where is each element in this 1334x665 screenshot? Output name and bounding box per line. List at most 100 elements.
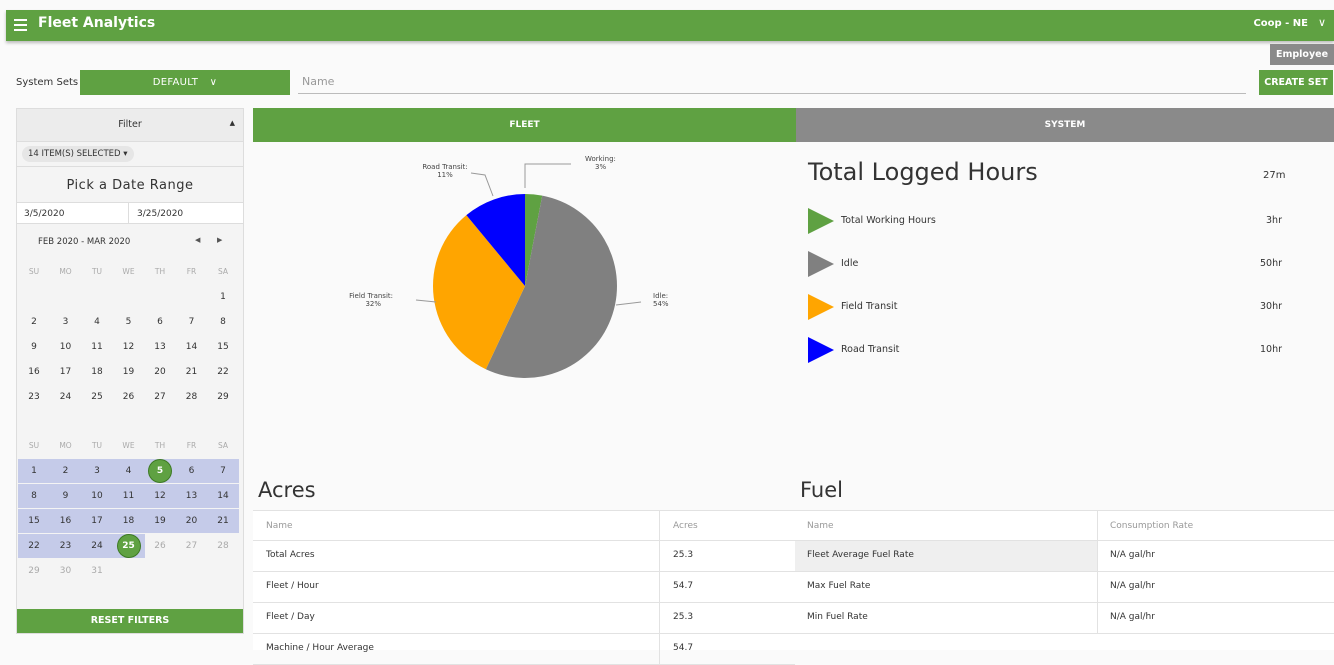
calendar-day[interactable]: 29	[18, 559, 50, 583]
calendar-day[interactable]: 15	[207, 335, 239, 359]
pie-leader-line	[615, 301, 642, 306]
calendar-day[interactable]: 13	[175, 484, 208, 508]
calendar-day[interactable]: 16	[49, 509, 82, 533]
tab-fleet[interactable]: FLEET	[253, 108, 796, 142]
calendar-day[interactable]: 24	[50, 385, 82, 409]
calendar-day[interactable]: 22	[207, 360, 239, 384]
calendar-day[interactable]: 3	[50, 310, 82, 334]
calendar-day[interactable]: 15	[18, 509, 50, 533]
selected-day-marker[interactable]: 25	[117, 535, 140, 557]
table-cell: Machine / Hour Average	[266, 643, 374, 653]
legend-triangle-icon	[808, 337, 834, 363]
calendar-day[interactable]: 23	[49, 534, 82, 558]
calendar-day[interactable]: 1	[18, 459, 50, 483]
calendar-day[interactable]: 1	[207, 285, 239, 309]
calendar-day[interactable]: 11	[112, 484, 145, 508]
total-logged-hours-title: Total Logged Hours	[808, 158, 1038, 186]
calendar-day[interactable]: 9	[18, 335, 50, 359]
calendar-day[interactable]: 25	[81, 385, 113, 409]
calendar-day[interactable]: 18	[81, 360, 113, 384]
calendar-day[interactable]: 10	[81, 484, 113, 508]
filter-header[interactable]: Filter ▲	[17, 109, 243, 142]
calendar-day[interactable]: 14	[207, 484, 239, 508]
calendar-day[interactable]: 5	[113, 310, 145, 334]
calendar-weekday: TU	[91, 267, 103, 276]
calendar-day[interactable]: 21	[176, 360, 208, 384]
calendar-day[interactable]: 12	[144, 484, 176, 508]
calendar-day[interactable]: 10	[50, 335, 82, 359]
items-selected-chip[interactable]: 14 ITEM(S) SELECTED ▾	[22, 146, 134, 162]
calendar-day[interactable]: 31	[81, 559, 113, 583]
calendar-day[interactable]: 7	[207, 459, 239, 483]
calendar-day[interactable]: 7	[176, 310, 208, 334]
calendar-day[interactable]: 5	[144, 459, 176, 483]
legend-value: 3hr	[1266, 215, 1282, 226]
calendar-day[interactable]: 12	[113, 335, 145, 359]
calendar-day[interactable]: 9	[49, 484, 82, 508]
calendar-day[interactable]: 28	[207, 534, 239, 558]
fuel-title: Fuel	[800, 478, 843, 502]
calendar-day[interactable]: 17	[81, 509, 113, 533]
calendar-day[interactable]: 3	[81, 459, 113, 483]
calendar-day[interactable]: 18	[112, 509, 145, 533]
calendar-day[interactable]: 27	[144, 385, 176, 409]
calendar-weekday: WE	[122, 441, 135, 450]
collapse-caret-icon[interactable]: ▲	[230, 119, 235, 127]
next-month-icon[interactable]: ▶	[217, 236, 222, 244]
table-cell: 54.7	[673, 643, 694, 653]
hours-pie-chart: Working:3% Idle:54% Field Transit:32% Road …	[349, 155, 669, 378]
calendar-day[interactable]: 21	[207, 509, 239, 533]
tab-system[interactable]: SYSTEM	[796, 108, 1334, 142]
calendar-day[interactable]: 19	[144, 509, 176, 533]
calendar-day[interactable]: 2	[49, 459, 82, 483]
calendar-day[interactable]: 25	[112, 534, 145, 558]
calendar-day[interactable]: 22	[18, 534, 50, 558]
table-cell: N/A gal/hr	[1110, 581, 1155, 591]
calendar-day[interactable]: 23	[18, 385, 50, 409]
calendar-weekday: WE	[122, 267, 135, 276]
end-date-input[interactable]: 3/25/2020	[129, 202, 243, 224]
calendar-day[interactable]: 13	[144, 335, 176, 359]
calendar-day[interactable]: 4	[112, 459, 145, 483]
employee-badge[interactable]: Employee	[1270, 44, 1334, 65]
calendar-day[interactable]: 6	[144, 310, 176, 334]
calendar-day[interactable]: 19	[113, 360, 145, 384]
reset-filters-button[interactable]: RESET FILTERS	[17, 609, 243, 633]
hamburger-menu-icon[interactable]	[14, 19, 27, 31]
calendar-day[interactable]: 2	[18, 310, 50, 334]
calendar-day[interactable]: 30	[50, 559, 82, 583]
selected-day-marker[interactable]: 5	[149, 460, 171, 482]
set-name-input[interactable]	[298, 70, 1246, 94]
calendar-day[interactable]: 4	[81, 310, 113, 334]
calendar-day[interactable]: 24	[81, 534, 113, 558]
pie-label-name: Field Transit:	[349, 292, 393, 300]
calendar-day[interactable]: 26	[113, 385, 145, 409]
start-date-input[interactable]: 3/5/2020	[17, 202, 129, 224]
create-set-button[interactable]: CREATE SET	[1259, 70, 1333, 95]
calendar-day[interactable]: 28	[176, 385, 208, 409]
table-cell: 25.3	[673, 612, 694, 622]
calendar-day[interactable]: 14	[176, 335, 208, 359]
calendar-day[interactable]: 11	[81, 335, 113, 359]
prev-month-icon[interactable]: ◀	[195, 236, 200, 244]
calendar-day[interactable]: 8	[18, 484, 50, 508]
calendar-weekday: SU	[28, 441, 40, 450]
calendar-day[interactable]: 16	[18, 360, 50, 384]
legend-label: Field Transit	[841, 301, 898, 312]
calendar-day[interactable]: 6	[175, 459, 208, 483]
column-header: Acres	[673, 521, 698, 531]
system-set-dropdown[interactable]: DEFAULT ∨	[80, 70, 290, 95]
calendar-weekday: TH	[154, 267, 166, 276]
calendar-day[interactable]: 20	[175, 509, 208, 533]
calendar-day[interactable]: 27	[176, 534, 208, 558]
calendar-weekday: TH	[154, 441, 166, 450]
org-selector[interactable]: Coop - NE	[1253, 18, 1308, 29]
calendar-day[interactable]: 29	[207, 385, 239, 409]
divider	[253, 510, 795, 511]
calendar-day[interactable]: 17	[50, 360, 82, 384]
calendar-day[interactable]: 26	[144, 534, 176, 558]
chevron-down-icon[interactable]: ∨	[1318, 16, 1326, 29]
calendar-day[interactable]: 20	[144, 360, 176, 384]
calendar-day[interactable]: 8	[207, 310, 239, 334]
table-row	[253, 541, 795, 571]
